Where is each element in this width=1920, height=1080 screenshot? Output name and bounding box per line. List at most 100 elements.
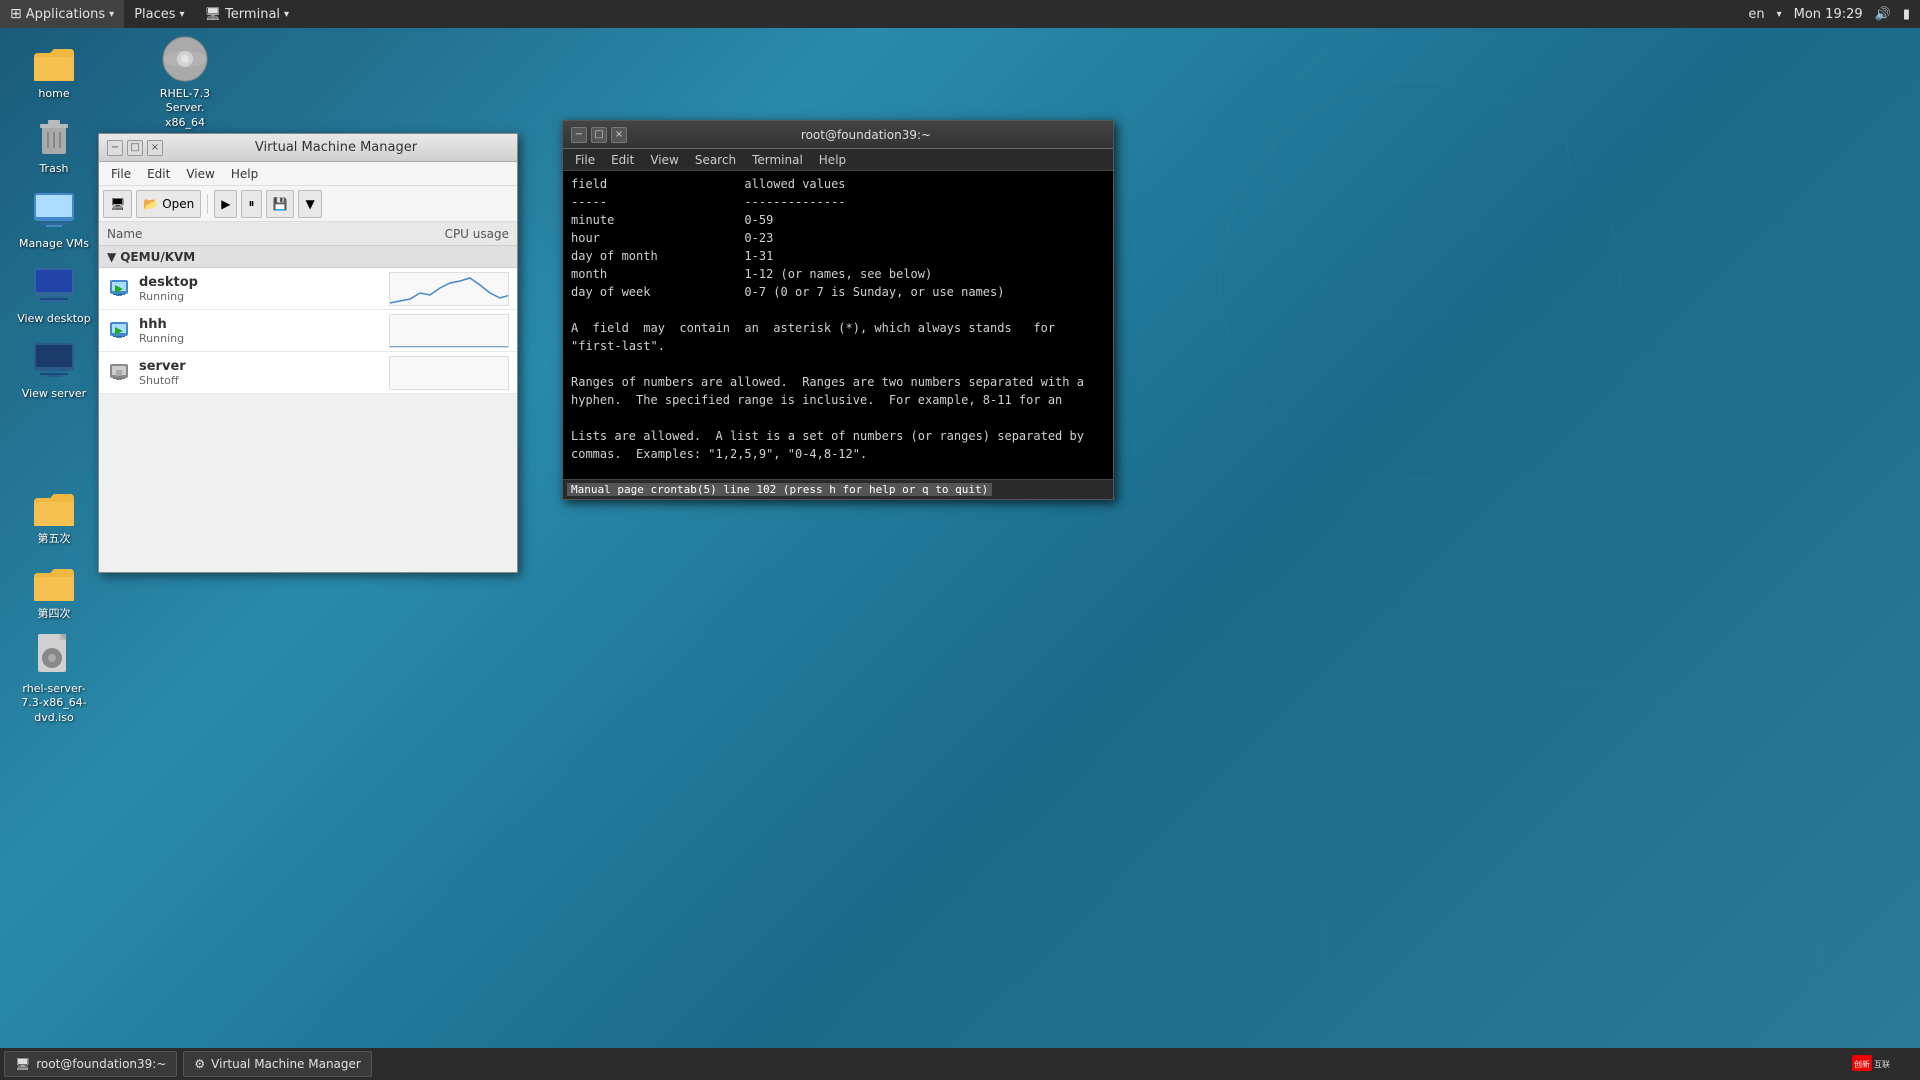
vm-item-server[interactable]: server Shutoff — [99, 352, 517, 394]
vmm-menubar: File Edit View Help — [99, 162, 517, 186]
vmm-menu-file[interactable]: File — [103, 162, 139, 185]
terminal-content-area[interactable]: field allowed values ----- -------------… — [563, 171, 1113, 479]
open-label: Open — [162, 197, 194, 211]
vm-group-qemu[interactable]: ▼ QEMU/KVM — [99, 246, 517, 268]
vmm-titlebar[interactable]: − □ × Virtual Machine Manager — [99, 134, 517, 162]
manage-vm-icon — [30, 185, 78, 233]
terminal-titlebar[interactable]: − □ × root@foundation39:~ — [563, 121, 1113, 149]
desktop-icon-wu[interactable]: 第五次 — [14, 480, 94, 546]
terminal-icon: 🖥 — [205, 7, 222, 22]
rhel-disc-icon — [161, 35, 209, 83]
svg-text:互联: 互联 — [1874, 1060, 1890, 1069]
desktop-icon-view-desktop[interactable]: View desktop — [14, 260, 94, 326]
vm-cpu-col-header: CPU usage — [369, 227, 509, 241]
trash-icon-label: Trash — [39, 162, 68, 176]
vm-item-desktop[interactable]: desktop Running — [99, 268, 517, 310]
vmm-taskbar-btn[interactable]: ⚙ Virtual Machine Manager — [183, 1051, 371, 1077]
open-icon: 📂 — [143, 197, 158, 211]
terminal-minimize-button[interactable]: − — [571, 127, 587, 143]
vm-run-icon-hhh — [107, 319, 131, 343]
desktop-icon-manage-vm[interactable]: Manage VMs — [14, 185, 94, 251]
rhel-icon-label: RHEL-7.3 Server. x86_64 — [145, 87, 225, 130]
manage-vm-label: Manage VMs — [19, 237, 89, 251]
terminal-taskbar-btn[interactable]: 🖥 root@foundation39:~ — [4, 1051, 177, 1077]
terminal-label: Terminal — [225, 7, 280, 22]
desktop-icon-rhel-iso[interactable]: rhel-server-7.3-x86_64-dvd.iso — [14, 630, 94, 725]
apps-chevron-icon: ▾ — [109, 9, 114, 20]
taskbar-top-right: en ▾ Mon 19:29 🔊 ▮ — [1738, 7, 1920, 22]
terminal-menu-search[interactable]: Search — [687, 149, 744, 170]
datetime-display: Mon 19:29 — [1794, 7, 1863, 22]
vm-item-hhh[interactable]: hhh Running — [99, 310, 517, 352]
vmm-save-button[interactable]: 💾 — [266, 190, 295, 218]
vm-hhh-name: hhh — [139, 317, 389, 332]
places-label: Places — [134, 7, 175, 22]
vm-list: Name CPU usage ▼ QEMU/KVM — [99, 222, 517, 572]
vmm-minimize-button[interactable]: − — [107, 140, 123, 156]
vmm-maximize-button[interactable]: □ — [127, 140, 143, 156]
vmm-run-button[interactable]: ▶ — [214, 190, 237, 218]
desktop-icon-si[interactable]: 第四次 — [14, 555, 94, 621]
applications-menu[interactable]: ⊞ Applications ▾ — [0, 0, 124, 28]
vmm-new-button[interactable]: 🖥 — [103, 190, 132, 218]
vm-desktop-cpu-graph — [389, 272, 509, 306]
terminal-taskbar-icon: 🖥 — [15, 1057, 30, 1071]
vm-server-status: Shutoff — [139, 374, 389, 387]
volume-icon[interactable]: 🔊 — [1875, 7, 1891, 22]
vmm-menu-edit[interactable]: Edit — [139, 162, 178, 185]
desktop-icon-rhel[interactable]: RHEL-7.3 Server. x86_64 — [145, 35, 225, 130]
terminal-menu-edit[interactable]: Edit — [603, 149, 642, 170]
terminal-window-controls: − □ × — [571, 127, 627, 143]
view-desktop-icon — [30, 260, 78, 308]
terminal-title: root@foundation39:~ — [627, 128, 1105, 142]
vmm-action-dropdown[interactable]: ▼ — [298, 190, 321, 218]
vmm-close-button[interactable]: × — [147, 140, 163, 156]
vm-run-icon-desktop — [107, 277, 131, 301]
locale-chevron-icon: ▾ — [1777, 9, 1782, 20]
vmm-title: Virtual Machine Manager — [163, 140, 509, 155]
brand-logo: 创新 互联 — [1852, 1053, 1912, 1076]
locale-indicator[interactable]: en — [1748, 7, 1764, 22]
action-dropdown-icon: ▼ — [305, 197, 314, 211]
taskbar-bottom: 🖥 root@foundation39:~ ⚙ Virtual Machine … — [0, 1048, 1920, 1080]
new-vm-icon: 🖥 — [110, 197, 125, 211]
desktop-icon-view-server[interactable]: View server — [14, 335, 94, 401]
terminal-status-text: Manual page crontab(5) line 102 (press h… — [567, 483, 992, 496]
terminal-menu-help[interactable]: Help — [811, 149, 854, 170]
svg-text:创新: 创新 — [1854, 1059, 1870, 1069]
terminal-maximize-button[interactable]: □ — [591, 127, 607, 143]
si-folder-icon — [30, 555, 78, 603]
terminal-close-button[interactable]: × — [611, 127, 627, 143]
vmm-toolbar: 🖥 📂 Open ▶ ⏸ 💾 ▼ — [99, 186, 517, 222]
wu-icon-label: 第五次 — [38, 532, 71, 546]
vm-hhh-info: hhh Running — [139, 317, 389, 345]
vm-hhh-status: Running — [139, 332, 389, 345]
terminal-menu-terminal[interactable]: Terminal — [744, 149, 811, 170]
vm-desktop-name: desktop — [139, 275, 389, 290]
vm-stopped-icon-server — [107, 361, 131, 385]
desktop-icon-home[interactable]: home — [14, 35, 94, 101]
vmm-taskbar-icon: ⚙ — [194, 1057, 205, 1071]
battery-icon: ▮ — [1903, 7, 1910, 22]
terminal-menu-file[interactable]: File — [567, 149, 603, 170]
view-server-label: View server — [22, 387, 86, 401]
terminal-statusbar: Manual page crontab(5) line 102 (press h… — [563, 479, 1113, 499]
vmm-open-button[interactable]: 📂 Open — [136, 190, 201, 218]
terminal-menu-view[interactable]: View — [642, 149, 686, 170]
desktop-icon-trash[interactable]: Trash — [14, 110, 94, 176]
applications-label: Applications — [26, 7, 105, 22]
places-menu[interactable]: Places ▾ — [124, 0, 194, 28]
vmm-menu-help[interactable]: Help — [223, 162, 266, 185]
vm-name-col-header: Name — [107, 227, 369, 241]
apps-grid-icon: ⊞ — [10, 6, 22, 22]
view-desktop-label: View desktop — [17, 312, 90, 326]
vm-list-header: Name CPU usage — [99, 222, 517, 246]
terminal-window: − □ × root@foundation39:~ File Edit View… — [562, 120, 1114, 500]
terminal-menu[interactable]: 🖥 Terminal ▾ — [195, 0, 300, 28]
taskbar-bottom-right: 创新 互联 — [1852, 1053, 1920, 1076]
vmm-pause-button[interactable]: ⏸ — [241, 190, 261, 218]
home-icon-label: home — [38, 87, 69, 101]
vm-hhh-cpu-graph — [389, 314, 509, 348]
vm-desktop-status: Running — [139, 290, 389, 303]
vmm-menu-view[interactable]: View — [178, 162, 222, 185]
